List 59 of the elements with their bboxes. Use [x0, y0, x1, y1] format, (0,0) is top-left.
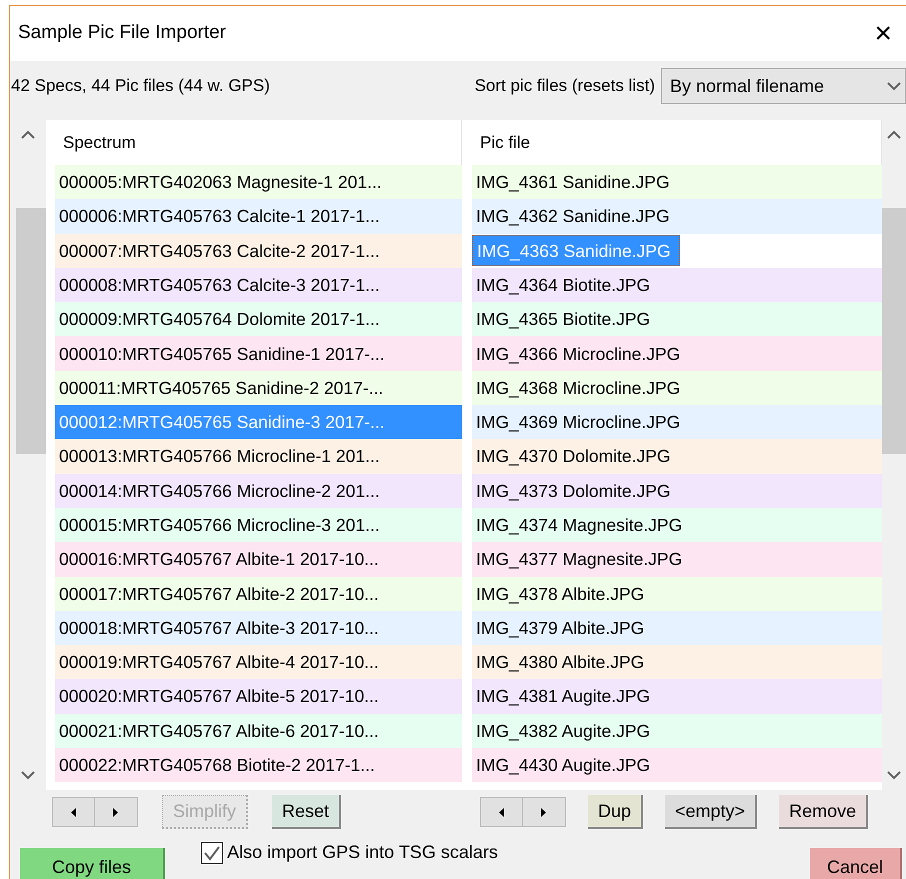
- right-triangle-icon: [113, 808, 119, 816]
- left-triangle-icon: [498, 808, 504, 816]
- action-button[interactable]: Dup: [588, 795, 644, 829]
- pic-file-row[interactable]: IMG_4364 Biotite.JPG: [472, 268, 882, 302]
- cancel-button[interactable]: Cancel: [810, 848, 902, 879]
- spectrum-row[interactable]: 000022:MRTG405768 Biotite-2 2017-1...: [55, 748, 462, 782]
- spectrum-row[interactable]: 000014:MRTG405766 Microcline-2 201...: [55, 474, 462, 508]
- scroll-down-icon[interactable]: [21, 770, 35, 780]
- left-triangle-icon: [70, 808, 76, 816]
- sort-dropdown[interactable]: By normal filename: [661, 68, 906, 104]
- spectrum-row[interactable]: 000018:MRTG405767 Albite-3 2017-10...: [55, 610, 462, 646]
- pic-file-row[interactable]: IMG_4377 Magnesite.JPG: [472, 542, 882, 577]
- scroll-up-icon[interactable]: [887, 130, 901, 140]
- pic-file-row[interactable]: IMG_4378 Albite.JPG: [472, 576, 882, 611]
- pic-file-row[interactable]: IMG_4361 Sanidine.JPG: [472, 165, 882, 200]
- scroll-down-icon[interactable]: [887, 770, 901, 780]
- spectrum-row[interactable]: 000010:MRTG405765 Sanidine-1 2017-...: [55, 336, 462, 371]
- spectrum-row[interactable]: 000021:MRTG405767 Albite-6 2017-10...: [55, 714, 462, 748]
- checkmark-icon: [203, 844, 222, 862]
- scroll-up-icon[interactable]: [21, 130, 35, 140]
- spectrum-row[interactable]: 000015:MRTG405766 Microcline-3 201...: [55, 508, 462, 542]
- action-button[interactable]: Remove: [779, 795, 868, 829]
- pic-file-row[interactable]: IMG_4369 Microcline.JPG: [472, 405, 882, 440]
- pic-file-row[interactable]: IMG_4379 Albite.JPG: [472, 610, 882, 646]
- pic-file-row[interactable]: IMG_4370 Dolomite.JPG: [472, 439, 882, 474]
- spectrum-row[interactable]: 000011:MRTG405765 Sanidine-2 2017-...: [55, 370, 462, 406]
- spectrum-row[interactable]: 000007:MRTG405763 Calcite-2 2017-1...: [55, 234, 462, 268]
- spectrum-row[interactable]: 000017:MRTG405767 Albite-2 2017-10...: [55, 576, 462, 611]
- pic-file-row[interactable]: IMG_4365 Biotite.JPG: [472, 302, 882, 336]
- scrollbar-thumb[interactable]: [882, 208, 906, 454]
- pic-file-row[interactable]: IMG_4380 Albite.JPG: [472, 645, 882, 680]
- pic-file-row[interactable]: IMG_4366 Microcline.JPG: [472, 336, 882, 371]
- spectrum-row[interactable]: 000016:MRTG405767 Albite-1 2017-10...: [55, 542, 462, 577]
- pic-file-row[interactable]: IMG_4382 Augite.JPG: [472, 714, 882, 748]
- spectrum-row[interactable]: 000006:MRTG405763 Calcite-1 2017-1...: [55, 199, 462, 234]
- copy-files-button[interactable]: Copy files: [20, 848, 165, 879]
- spectrum-row[interactable]: 000008:MRTG405763 Calcite-3 2017-1...: [55, 268, 462, 302]
- spectrum-row[interactable]: 000005:MRTG402063 Magnesite-1 201...: [55, 165, 462, 200]
- pic-file-row[interactable]: IMG_4374 Magnesite.JPG: [472, 508, 882, 542]
- window-title: Sample Pic File Importer: [18, 21, 226, 46]
- spectrum-row[interactable]: 000020:MRTG405767 Albite-5 2017-10...: [55, 679, 462, 714]
- chevron-down-icon: [887, 81, 901, 91]
- pic-file-row[interactable]: IMG_4368 Microcline.JPG: [472, 370, 882, 406]
- action-button[interactable]: <empty>: [665, 795, 758, 829]
- spectrum-row[interactable]: 000009:MRTG405764 Dolomite 2017-1...: [55, 302, 462, 336]
- pic-file-row[interactable]: IMG_4430 Augite.JPG: [472, 748, 882, 782]
- scrollbar-thumb[interactable]: [16, 208, 46, 454]
- summary-text: 42 Specs, 44 Pic files (44 w. GPS): [11, 75, 270, 98]
- checkbox[interactable]: [201, 842, 224, 864]
- close-button[interactable]: ×: [870, 18, 896, 48]
- checkbox-label[interactable]: Also import GPS into TSG scalars: [227, 839, 498, 866]
- sort-label: Sort pic files (resets list): [474, 75, 655, 98]
- right-triangle-icon: [541, 808, 547, 816]
- pic-file-row[interactable]: IMG_4362 Sanidine.JPG: [472, 199, 882, 234]
- pic-file-row[interactable]: IMG_4381 Augite.JPG: [472, 679, 882, 714]
- spectrum-row[interactable]: 000013:MRTG405766 Microcline-1 201...: [55, 439, 462, 474]
- spectrum-row[interactable]: 000019:MRTG405767 Albite-4 2017-10...: [55, 645, 462, 680]
- pic-file-row[interactable]: IMG_4373 Dolomite.JPG: [472, 474, 882, 508]
- action-button[interactable]: Reset: [272, 795, 342, 829]
